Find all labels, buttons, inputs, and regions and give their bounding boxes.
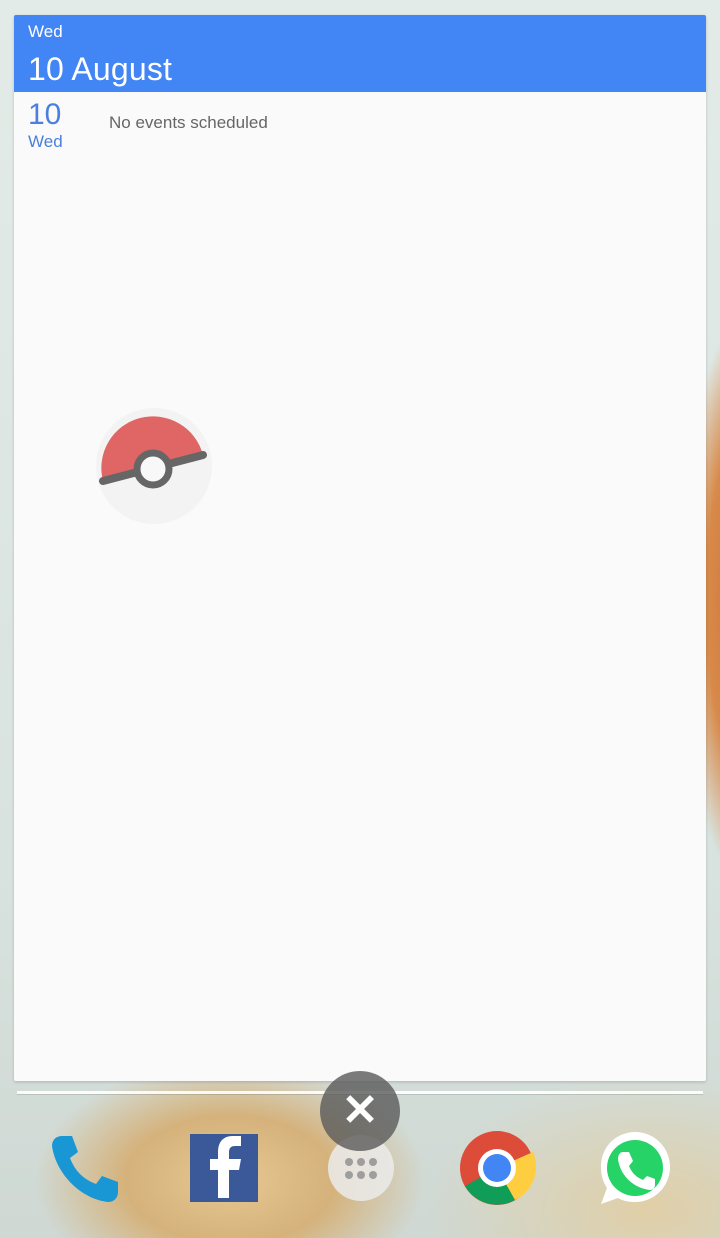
agenda-row[interactable]: 10 Wed No events scheduled <box>14 99 706 159</box>
chrome-icon[interactable] <box>457 1128 537 1208</box>
header-day: Wed <box>28 22 63 41</box>
no-events-message: No events scheduled <box>109 113 268 132</box>
phone-icon[interactable] <box>44 1128 124 1208</box>
whatsapp-icon[interactable] <box>595 1128 675 1208</box>
calendar-widget[interactable]: Wed 10 August 10 Wed No events scheduled <box>14 15 706 1081</box>
widget-header[interactable]: Wed 10 August <box>14 15 706 92</box>
phone-glyph <box>52 1136 118 1202</box>
facebook-glyph <box>190 1134 258 1202</box>
chrome-glyph <box>460 1131 537 1205</box>
facebook-icon[interactable] <box>184 1128 264 1208</box>
pokeball-icon[interactable] <box>95 407 213 525</box>
close-icon: ✕ <box>341 1086 379 1135</box>
agenda-day-name: Wed <box>28 132 63 151</box>
whatsapp-glyph <box>600 1132 670 1204</box>
agenda-day-number: 10 <box>28 98 62 131</box>
header-date: 10 August <box>28 51 173 87</box>
pokeball-graphic <box>96 408 212 524</box>
close-button[interactable]: ✕ <box>320 1071 400 1151</box>
